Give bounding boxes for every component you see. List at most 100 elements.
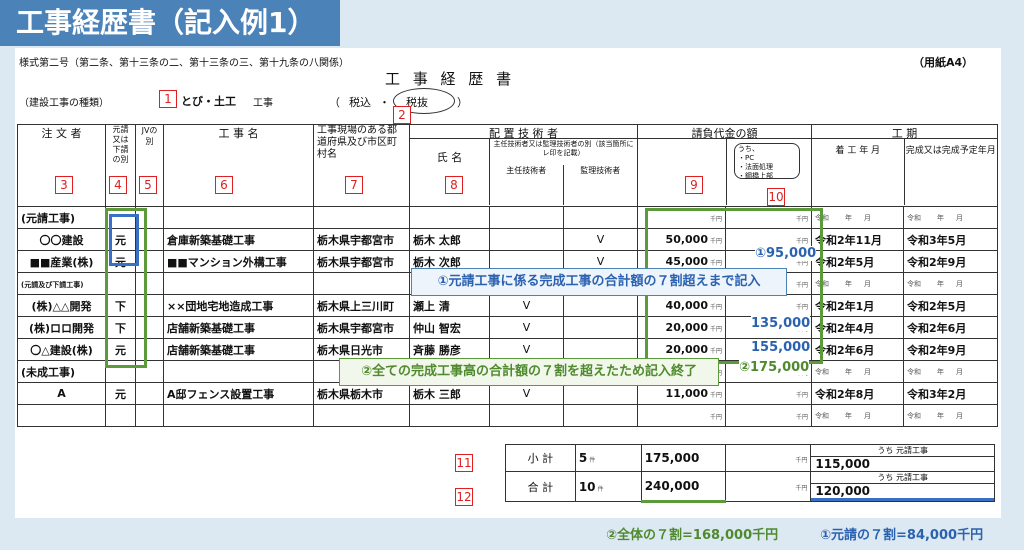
running-total-final: ②175,000	[739, 360, 810, 375]
client-cell-text: (元請工事)	[21, 211, 76, 225]
client-cell-text: 〇△建設(株)	[30, 343, 93, 357]
start-cell-text: 令和2年1月	[815, 299, 875, 313]
client-cell: A	[17, 382, 106, 405]
date-unit-era: 令和	[907, 367, 922, 376]
uchi-item-pc: ・PC	[738, 154, 755, 162]
chief-cell-text: V	[522, 343, 531, 356]
location-cell-text: 栃木県日光市	[317, 343, 383, 357]
chief-cell	[489, 206, 564, 229]
end-cell: 令和3年2月	[903, 382, 999, 405]
client-cell: (株)ロロ開発	[17, 316, 106, 339]
start-cell: 令和2年5月	[811, 250, 905, 273]
date-unit-month: 月	[956, 213, 964, 222]
yen-unit: 千円	[795, 485, 808, 492]
uchi-amount-cell: 千円	[725, 382, 813, 405]
engineer-type-block: 主任技術者又は監理技術者の別（該当箇所にレ印を記載） 主任技術者 監理技術者	[490, 139, 637, 205]
tax-paren-open: （	[329, 96, 340, 109]
client-cell-text: (未成工事)	[21, 365, 76, 379]
period-subheaders: 着 工 年 月 完成又は完成予定年月	[813, 139, 997, 205]
start-cell: 令和2年6月	[811, 338, 905, 361]
name-cell-text: 店舗新築基礎工事	[167, 321, 255, 335]
total-count: 10	[578, 479, 596, 494]
chief-cell	[489, 404, 564, 427]
date-unit-month: 月	[864, 213, 872, 222]
start-cell: 令和 年 月	[811, 360, 905, 383]
total-prime-cell: うち 元請工事 120,000	[810, 471, 995, 502]
header-period: 工 期 着 工 年 月 完成又は完成予定年月	[811, 124, 999, 207]
date-unit-month: 月	[956, 279, 964, 288]
marker-7: 7	[345, 176, 363, 194]
date-unit-era: 令和	[815, 411, 830, 420]
table-row: (株)△△開発下 ××団地宅地造成工事 栃木県上三川町 瀬上 清 V 40,000 千円 千円…	[17, 294, 999, 317]
start-cell-text: 令和2年8月	[815, 387, 875, 401]
date-unit-year: 年	[937, 367, 945, 376]
total-prime: 120,000	[811, 484, 994, 501]
start-cell: 令和2年1月	[811, 294, 905, 317]
engineer-cell-text: 栃木 太郎	[413, 233, 461, 247]
header-amount: 請負代金の額 うち、 ・PC ・法面処理 ・鋼橋上部	[637, 124, 813, 207]
end-cell: 令和2年5月	[903, 294, 999, 317]
client-cell: (株)△△開発	[17, 294, 106, 317]
total-amount: 240,000	[644, 479, 700, 493]
uchi-box: うち、 ・PC ・法面処理 ・鋼橋上部	[734, 143, 801, 180]
supervisor-cell	[562, 294, 639, 317]
header-eng-name: 氏 名	[411, 139, 490, 205]
client-cell	[17, 404, 106, 427]
yen-unit: 千円	[710, 414, 723, 421]
end-cell: 令和2年9月	[903, 338, 999, 361]
client-cell: (未成工事)	[17, 360, 106, 383]
amount-cell-text: 11,000	[665, 387, 708, 400]
total-uchi-cell: 千円	[724, 471, 812, 502]
header-client-text: 注 文 者	[41, 127, 82, 140]
start-cell-text: 令和2年4月	[815, 321, 875, 335]
date-unit-month: 月	[864, 367, 872, 376]
prime-cell-text: 元	[115, 387, 126, 401]
start-cell: 令和 年 月	[811, 404, 905, 427]
location-cell-text: 栃木県宇都宮市	[317, 233, 394, 247]
end-cell: 令和2年6月	[903, 316, 999, 339]
name-cell: ■■マンション外構工事	[163, 250, 314, 273]
header-name-text: 工 事 名	[218, 127, 259, 140]
summary-table: 小 計 5件 175,000 千円 うち 元請工事 115,000 合 計 10…	[505, 444, 995, 503]
marker-4: 4	[109, 176, 127, 194]
header-prime-text: 元請又は下請の別	[112, 125, 129, 165]
supervisor-cell-text: V	[596, 255, 605, 268]
location-cell: 栃木県宇都宮市	[313, 228, 410, 251]
header-location-text: 工事現場のある都道府県及び市区町村名	[317, 125, 397, 161]
marker-3: 3	[55, 176, 73, 194]
engineer-cell-text: 瀬上 清	[413, 299, 450, 313]
date-unit-year: 年	[937, 279, 945, 288]
supervisor-cell	[562, 206, 639, 229]
engineer-cell: 瀬上 清	[409, 294, 490, 317]
chief-cell: V	[489, 294, 564, 317]
engineer-type-cols: 主任技術者 監理技術者	[490, 165, 637, 205]
total-label: 合 計	[505, 471, 576, 502]
supervisor-cell: V	[562, 228, 639, 251]
subtotal-amount-cell: 175,000	[640, 444, 726, 472]
header-jv: JVの別	[135, 124, 164, 207]
date-unit-era: 令和	[907, 213, 922, 222]
subtotal-prime: 115,000	[815, 457, 871, 471]
table-row: 千円 千円 令和年月令和年月	[17, 404, 999, 427]
subtotal-count-cell: 5件	[574, 444, 642, 472]
subtotal-amount: 175,000	[644, 451, 700, 465]
name-cell-text: 店舗新築基礎工事	[167, 343, 255, 357]
count-unit: 件	[597, 485, 604, 493]
date-unit-year: 年	[845, 279, 853, 288]
location-cell	[313, 272, 410, 295]
header-prime: 元請又は下請の別	[105, 124, 136, 207]
end-cell-text: 令和2年5月	[907, 299, 967, 313]
page-banner-title: 工事経歴書（記入例1）	[0, 0, 340, 46]
note-prime-70: ①元請工事に係る完成工事の合計額の７割超えまで記入	[411, 268, 787, 296]
amount-subheader: うち、 ・PC ・法面処理 ・鋼橋上部	[639, 139, 811, 205]
chief-cell-text: V	[522, 321, 531, 334]
subtotal-prime-cell: うち 元請工事 115,000	[810, 444, 995, 472]
end-cell-text: 令和3年5月	[907, 233, 967, 247]
form-number: 様式第二号（第二条、第十三条の二、第十三条の三、第十九条の八関係）	[19, 58, 349, 69]
yen-unit: 千円	[795, 456, 808, 464]
client-cell-text: ■■産業(株)	[29, 255, 94, 269]
marker-2: 2	[393, 106, 411, 124]
date-unit-month: 月	[956, 411, 964, 420]
location-cell-text: 栃木県上三川町	[317, 299, 394, 313]
header-start: 着 工 年 月	[813, 139, 905, 205]
